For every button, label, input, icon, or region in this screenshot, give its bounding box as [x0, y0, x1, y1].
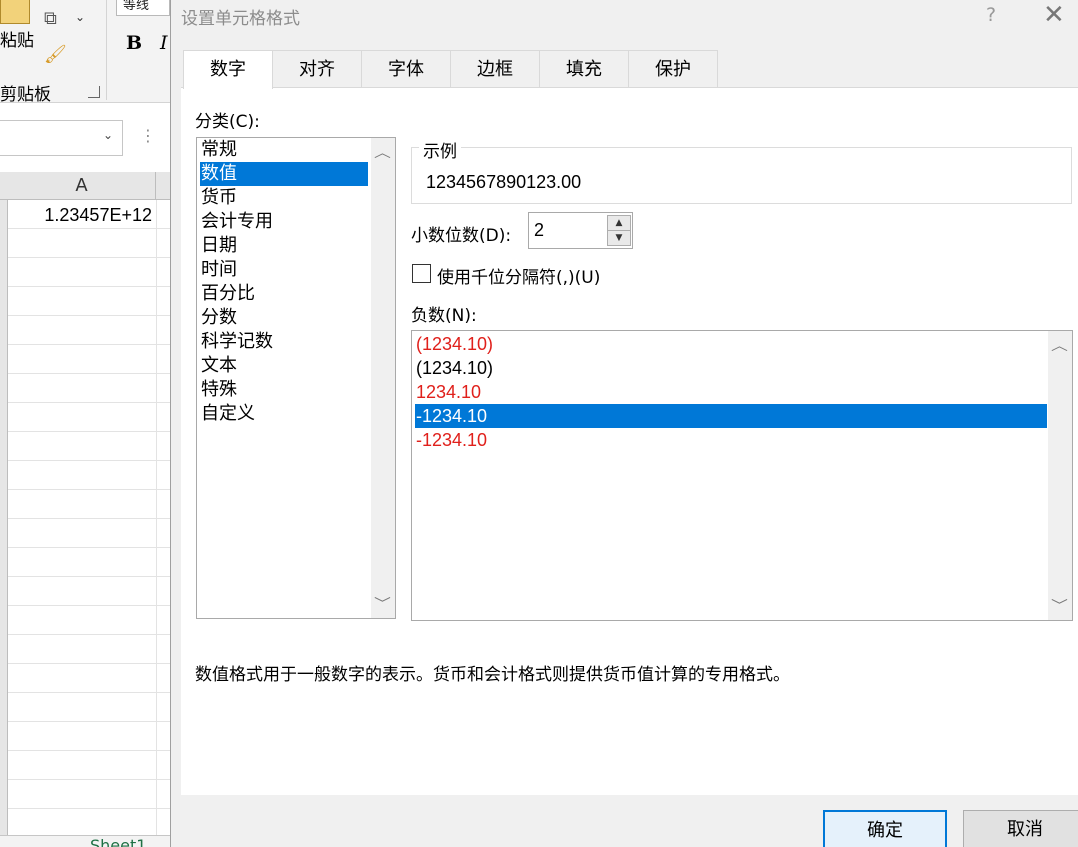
tab-bar: 数字 对齐 字体 边框 填充 保护 [183, 50, 718, 89]
ok-button[interactable]: 确定 [823, 810, 947, 847]
chevron-down-icon[interactable]: ⌄ [75, 10, 85, 24]
grid-line [156, 200, 157, 840]
spin-up-icon[interactable]: ▲ [607, 215, 631, 231]
thousands-separator-label[interactable]: 使用千位分隔符(,)(U) [437, 263, 600, 288]
excel-background: 粘贴 ⧉ ⌄ 🖌 剪贴板 等线 B I ⌄ ⋮ A 1.23457E+12 Sh… [0, 0, 170, 847]
cell-grid[interactable] [8, 200, 170, 840]
row-header-strip [0, 200, 8, 840]
negative-format-item[interactable]: (1234.10) [415, 332, 1047, 356]
copy-icon[interactable]: ⧉ [44, 8, 64, 30]
tab-alignment[interactable]: 对齐 [272, 50, 362, 87]
dialog-launcher-icon[interactable] [88, 86, 100, 98]
category-item-date[interactable]: 日期 [200, 234, 368, 258]
font-name-field[interactable]: 等线 [116, 0, 170, 16]
category-scrollbar[interactable]: ︿ ﹀ [371, 138, 395, 618]
paste-button-label[interactable]: 粘贴 [0, 26, 34, 51]
category-listbox[interactable]: 常规 数值 货币 会计专用 日期 时间 百分比 分数 科学记数 文本 特殊 自定… [196, 137, 396, 619]
thousands-separator-checkbox[interactable] [412, 264, 431, 283]
negative-format-item[interactable]: (1234.10) [415, 356, 1047, 380]
category-item-scientific[interactable]: 科学记数 [200, 330, 368, 354]
negative-format-item[interactable]: -1234.10 [415, 428, 1047, 452]
tab-font[interactable]: 字体 [361, 50, 451, 87]
negative-numbers-label: 负数(N): [411, 306, 477, 326]
paste-icon[interactable] [0, 0, 30, 24]
category-item-special[interactable]: 特殊 [200, 378, 368, 402]
format-painter-icon[interactable]: 🖌 [44, 44, 68, 66]
category-item-custom[interactable]: 自定义 [200, 402, 368, 426]
category-item-time[interactable]: 时间 [200, 258, 368, 282]
scroll-up-icon[interactable]: ︿ [1051, 335, 1068, 354]
group-divider [106, 0, 107, 100]
category-item-number[interactable]: 数值 [200, 162, 368, 186]
category-item-percentage[interactable]: 百分比 [200, 282, 368, 306]
category-item-currency[interactable]: 货币 [200, 186, 368, 210]
category-label: 分类(C): [195, 112, 260, 132]
ribbon: 粘贴 ⧉ ⌄ 🖌 剪贴板 等线 B I [0, 0, 170, 105]
tab-protection[interactable]: 保护 [628, 50, 718, 87]
sheet-tab[interactable]: Sheet1 [90, 835, 146, 847]
negative-format-item-selected[interactable]: -1234.10 [415, 404, 1047, 428]
column-header-a[interactable]: A [8, 172, 156, 200]
cell-a1[interactable]: 1.23457E+12 [8, 200, 156, 230]
italic-button[interactable]: I [160, 32, 168, 54]
category-item-fraction[interactable]: 分数 [200, 306, 368, 330]
scroll-down-icon[interactable]: ﹀ [1051, 595, 1068, 614]
dialog-title: 设置单元格格式 [181, 9, 300, 29]
bold-button[interactable]: B [126, 32, 142, 54]
help-button[interactable]: ? [986, 4, 996, 26]
negative-scrollbar[interactable]: ︿ ﹀ [1048, 331, 1072, 620]
decimal-places-label: 小数位数(D): [411, 226, 512, 246]
category-item-general[interactable]: 常规 [200, 138, 368, 162]
scroll-up-icon[interactable]: ︿ [374, 142, 391, 161]
cancel-button[interactable]: 取消 [963, 810, 1078, 847]
tab-fill[interactable]: 填充 [539, 50, 629, 87]
category-item-accounting[interactable]: 会计专用 [200, 210, 368, 234]
clipboard-group-label: 剪贴板 [0, 85, 51, 105]
category-description: 数值格式用于一般数字的表示。货币和会计格式则提供货币值计算的专用格式。 [195, 665, 790, 685]
chevron-down-icon[interactable]: ⌄ [103, 128, 113, 142]
category-item-text[interactable]: 文本 [200, 354, 368, 378]
close-button[interactable]: ✕ [1043, 0, 1065, 30]
scroll-down-icon[interactable]: ﹀ [374, 593, 391, 612]
sample-label: 示例 [419, 137, 461, 162]
tab-border[interactable]: 边框 [450, 50, 540, 87]
negative-numbers-listbox[interactable]: (1234.10) (1234.10) 1234.10 -1234.10 -12… [411, 330, 1073, 621]
more-options-icon: ⋮ [140, 126, 156, 145]
sample-value: 1234567890123.00 [426, 172, 582, 192]
negative-format-item[interactable]: 1234.10 [415, 380, 1047, 404]
tab-number[interactable]: 数字 [183, 50, 273, 89]
format-cells-dialog: 设置单元格格式 ? ✕ 数字 对齐 字体 边框 填充 保护 分类(C): 常规 … [170, 0, 1078, 847]
spin-down-icon[interactable]: ▼ [607, 230, 631, 246]
